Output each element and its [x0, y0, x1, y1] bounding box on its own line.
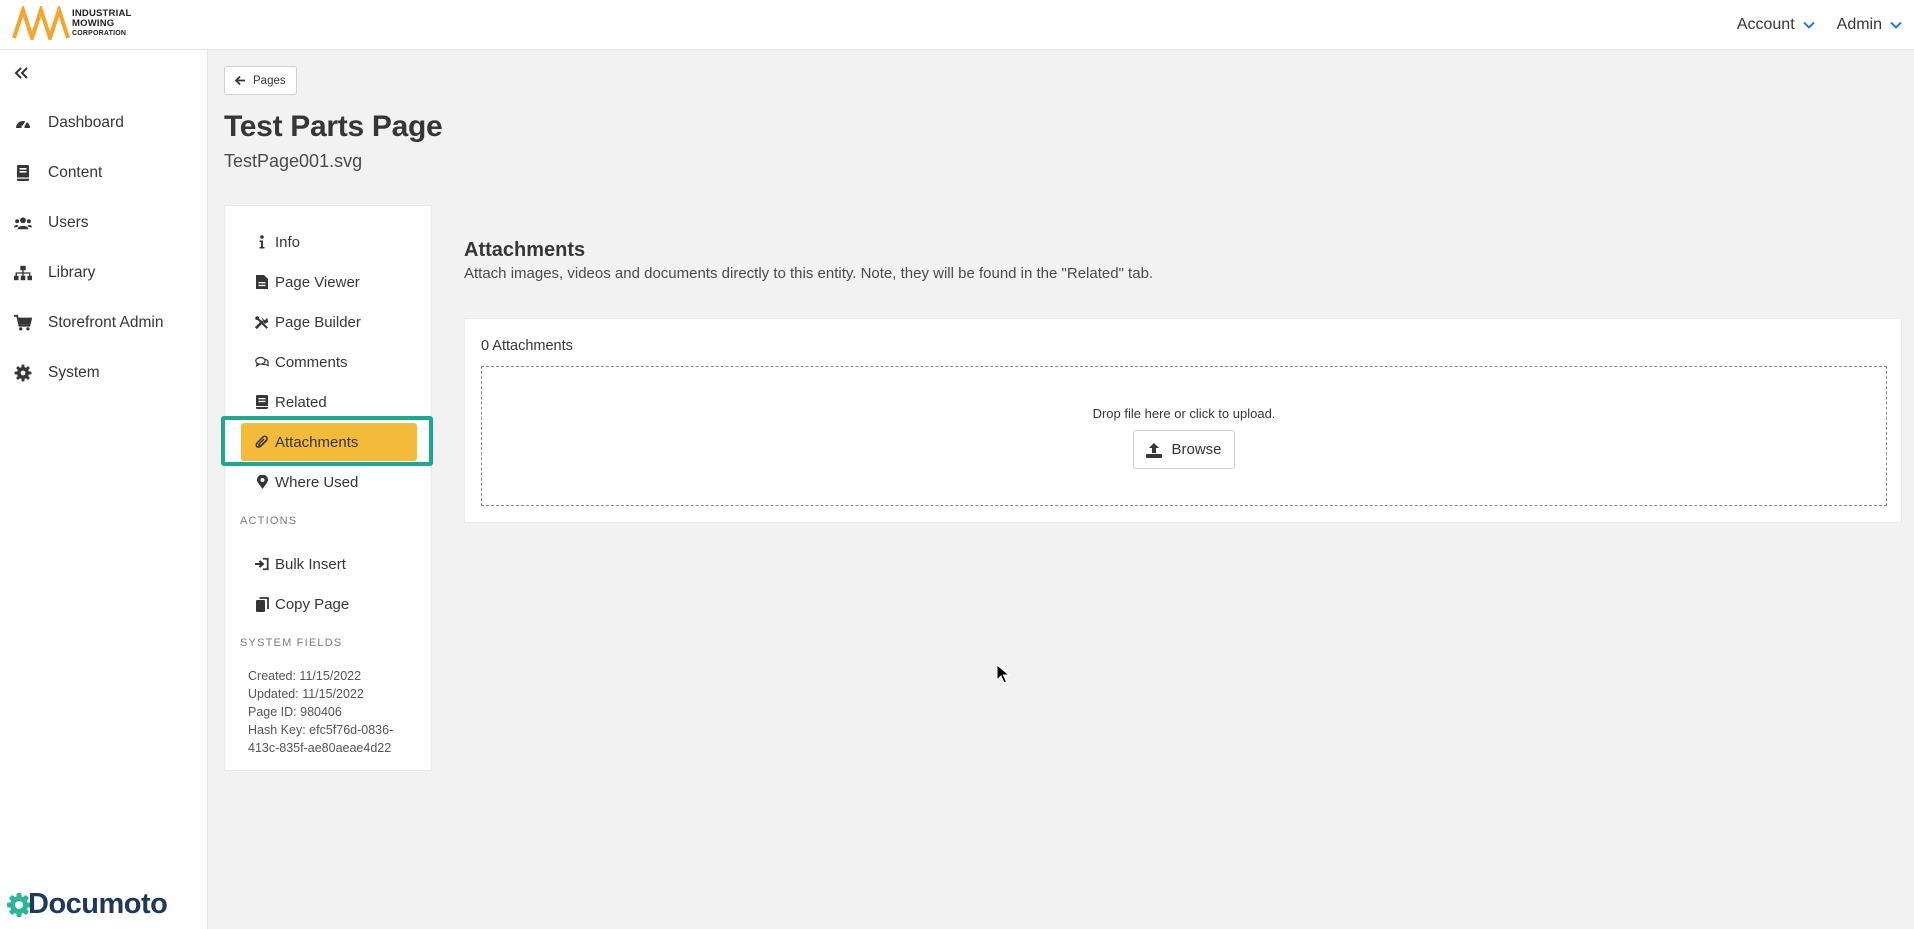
subnav-item-label: Page Builder — [275, 313, 361, 331]
subnav-item-info[interactable]: Info — [241, 223, 417, 261]
admin-menu-label: Admin — [1836, 16, 1882, 33]
tools-icon — [255, 315, 269, 329]
sidebar-item-label: Users — [48, 214, 89, 231]
company-logo[interactable]: INDUSTRIAL MOWING CORPORATION — [12, 6, 132, 40]
sidebar-item-label: Dashboard — [48, 114, 124, 131]
users-icon — [14, 214, 32, 232]
top-bar: INDUSTRIAL MOWING CORPORATION Account Ad… — [0, 0, 1914, 50]
sitemap-icon — [14, 264, 32, 282]
browse-button[interactable]: Browse — [1133, 430, 1235, 469]
system-fields: Created: 11/15/2022 Updated: 11/15/2022 … — [248, 667, 393, 757]
sidebar-item-label: Content — [48, 164, 103, 181]
attachments-description: Attach images, videos and documents dire… — [464, 265, 1154, 282]
subnav-item-label: Attachments — [275, 433, 359, 451]
back-button-label: Pages — [253, 74, 286, 87]
brand-name: Documoto — [28, 888, 168, 920]
subnav-item-comments[interactable]: Comments — [241, 343, 417, 381]
page-title: Test Parts Page — [224, 110, 443, 143]
chevron-down-icon — [1890, 21, 1902, 29]
paperclip-icon — [255, 435, 269, 449]
sidebar: Dashboard Content Users Library Storefro… — [0, 50, 208, 929]
created-date: Created: 11/15/2022 — [248, 669, 362, 683]
actions-section-label: ACTIONS — [240, 515, 298, 527]
browse-button-label: Browse — [1171, 441, 1222, 458]
page-filename: TestPage001.svg — [224, 151, 363, 171]
back-to-pages-button[interactable]: Pages — [224, 66, 297, 95]
company-logo-text: INDUSTRIAL MOWING CORPORATION — [72, 7, 132, 37]
sidebar-item-system[interactable]: System — [0, 348, 207, 398]
action-bulk-insert[interactable]: Bulk Insert — [241, 545, 417, 583]
mouse-pointer-icon — [996, 664, 1010, 684]
dropzone-text: Drop file here or click to upload. — [1092, 406, 1276, 421]
file-dropzone[interactable]: Drop file here or click to upload. Brows… — [481, 366, 1887, 506]
gear-icon — [14, 364, 32, 382]
double-chevron-left-icon[interactable] — [13, 65, 29, 81]
hash-key-line1: Hash Key: efc5f76d-0836- — [248, 723, 394, 737]
subnav-item-attachments[interactable]: Attachments — [241, 423, 417, 461]
action-copy-page[interactable]: Copy Page — [241, 585, 417, 623]
sidebar-item-label: Storefront Admin — [48, 314, 164, 331]
hash-key-line2: 413c-835f-ae80aeae4d22 — [248, 741, 392, 755]
sidebar-item-library[interactable]: Library — [0, 248, 207, 298]
company-logo-mark — [12, 6, 70, 40]
file-icon — [255, 275, 269, 289]
subnav-item-related[interactable]: Related — [241, 383, 417, 421]
map-marker-icon — [255, 475, 269, 489]
subnav-item-label: Related — [275, 393, 327, 411]
sidebar-item-dashboard[interactable]: Dashboard — [0, 98, 207, 148]
copy-icon — [255, 596, 269, 612]
sidebar-item-content[interactable]: Content — [0, 148, 207, 198]
subnav-item-label: Page Viewer — [275, 273, 360, 291]
action-label: Bulk Insert — [275, 555, 346, 573]
action-label: Copy Page — [275, 595, 350, 613]
subnav-item-label: Where Used — [275, 473, 359, 491]
subnav-item-page-viewer[interactable]: Page Viewer — [241, 263, 417, 301]
sign-in-icon — [255, 557, 269, 571]
attachments-count: 0 Attachments — [481, 338, 573, 354]
book-icon — [14, 164, 32, 182]
arrow-left-icon — [235, 75, 245, 86]
documoto-brand: Documoto — [6, 888, 168, 921]
attachments-card: 0 Attachments Drop file here or click to… — [464, 318, 1902, 523]
subnav-item-where-used[interactable]: Where Used — [241, 463, 417, 501]
subnav-item-label: Info — [275, 233, 301, 251]
system-fields-section-label: SYSTEM FIELDS — [240, 637, 343, 649]
upload-icon — [1146, 442, 1163, 458]
sidebar-item-label: Library — [48, 264, 96, 281]
sidebar-item-label: System — [48, 364, 100, 381]
top-nav: Account Admin — [1737, 0, 1914, 50]
sidebar-item-users[interactable]: Users — [0, 198, 207, 248]
cart-icon — [14, 314, 32, 332]
account-menu[interactable]: Account — [1737, 16, 1815, 34]
chevron-down-icon — [1802, 21, 1815, 29]
attachments-title: Attachments — [464, 239, 586, 261]
comments-icon — [255, 355, 269, 369]
info-icon — [255, 235, 269, 249]
tachometer-icon — [14, 114, 32, 132]
sidebar-nav: Dashboard Content Users Library Storefro… — [0, 98, 207, 398]
subnav-item-label: Comments — [275, 353, 348, 371]
sidebar-item-storefront-admin[interactable]: Storefront Admin — [0, 298, 207, 348]
admin-menu[interactable]: Admin — [1837, 16, 1902, 34]
subnav-item-page-builder[interactable]: Page Builder — [241, 303, 417, 341]
account-menu-label: Account — [1736, 16, 1795, 33]
updated-date: Updated: 11/15/2022 — [248, 687, 364, 701]
book-icon — [255, 395, 269, 409]
page-id: Page ID: 980406 — [248, 705, 342, 719]
page-subnav: Info Page Viewer Page Builder Comments R… — [221, 205, 433, 771]
